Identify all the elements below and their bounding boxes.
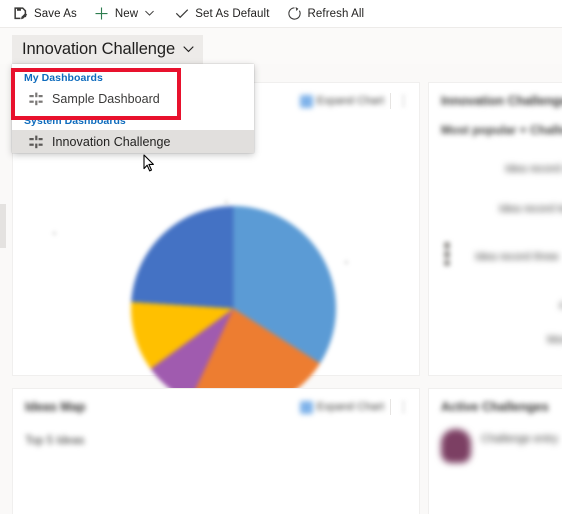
dashboard-app: Ideas by Category Expand Chart ⋮ • • • •… bbox=[0, 0, 562, 514]
card-header: Ideas Map Expand Chart ⋮ bbox=[13, 389, 419, 425]
group-header-system-dashboards: System Dashboards bbox=[24, 115, 126, 127]
dashboard-selector-label: Innovation Challenge bbox=[22, 40, 176, 58]
dashboard-selector-button[interactable]: Innovation Challenge bbox=[12, 35, 204, 64]
scrollbar-thumb[interactable] bbox=[0, 204, 6, 248]
pie-label-right: • bbox=[345, 258, 348, 267]
pie-label-left: • bbox=[53, 229, 56, 238]
save-as-label: Save As bbox=[34, 7, 77, 20]
chevron-down-icon[interactable] bbox=[182, 43, 195, 56]
command-bar: Save As New Set As Default Refresh All bbox=[0, 0, 562, 28]
card-title: Active Challenges bbox=[441, 400, 549, 414]
menu-item-sample-dashboard[interactable]: Sample Dashboard bbox=[12, 87, 254, 110]
dashboard-selector-flyout: My Dashboards Sample Dashboard System Da… bbox=[12, 64, 254, 153]
card-ideas-map[interactable]: Ideas Map Expand Chart ⋮ Top 5 Ideas bbox=[12, 388, 420, 514]
new-label: New bbox=[114, 7, 139, 20]
refresh-all-label: Refresh All bbox=[307, 7, 365, 20]
row-item-1: Idea record one bbox=[505, 163, 562, 175]
card-more-menu-icon[interactable]: ⋮ bbox=[397, 399, 411, 415]
pie-slices bbox=[131, 206, 336, 411]
card-actions: Expand Chart ⋮ bbox=[299, 399, 411, 415]
row-item-2: Idea record two bbox=[499, 203, 562, 215]
avatar bbox=[441, 429, 471, 463]
refresh-all-button[interactable]: Refresh All bbox=[284, 1, 373, 27]
new-button[interactable]: New bbox=[91, 1, 165, 27]
checkmark-icon bbox=[173, 5, 190, 22]
expand-chart-icon bbox=[299, 400, 313, 414]
pie-label-topleft: • bbox=[225, 198, 228, 207]
card-body-text: Top 5 Ideas bbox=[25, 435, 85, 447]
card-header: Active Challenges bbox=[429, 389, 562, 425]
divider bbox=[390, 399, 391, 415]
card-title: Ideas Map bbox=[25, 400, 86, 414]
challenge-name: Challenge entry bbox=[481, 433, 559, 445]
group-header-my-dashboards: My Dashboards bbox=[24, 72, 103, 84]
menu-item-label: Innovation Challenge bbox=[52, 134, 171, 149]
menu-item-label: Sample Dashboard bbox=[52, 91, 160, 106]
card-subtitle: Most popular + Challenge bbox=[441, 123, 562, 137]
list-icon bbox=[441, 241, 453, 272]
row-item-5: More bbox=[547, 334, 562, 346]
chevron-down-icon[interactable] bbox=[141, 6, 157, 22]
card-active-challenges[interactable]: Active Challenges Challenge entry bbox=[428, 388, 562, 514]
plus-icon bbox=[93, 5, 110, 22]
save-as-button[interactable]: Save As bbox=[10, 1, 85, 27]
menu-item-innovation-challenge[interactable]: Innovation Challenge bbox=[12, 130, 254, 153]
set-as-default-label: Set As Default bbox=[195, 7, 270, 20]
expand-chart-label: Expand Chart bbox=[316, 401, 384, 413]
card-header: Innovation Challenge bbox=[429, 83, 562, 119]
row-item-3: Idea record three bbox=[475, 250, 559, 263]
save-as-icon bbox=[12, 5, 29, 22]
refresh-icon bbox=[286, 5, 303, 22]
card-innovation-challenge[interactable]: Innovation Challenge Most popular + Chal… bbox=[428, 82, 562, 376]
card-title: Innovation Challenge bbox=[441, 94, 562, 108]
expand-chart-button[interactable]: Expand Chart bbox=[299, 400, 384, 414]
set-as-default-button[interactable]: Set As Default bbox=[171, 1, 277, 27]
dashboard-grid-icon bbox=[28, 134, 43, 149]
dashboard-grid-icon bbox=[28, 91, 43, 106]
